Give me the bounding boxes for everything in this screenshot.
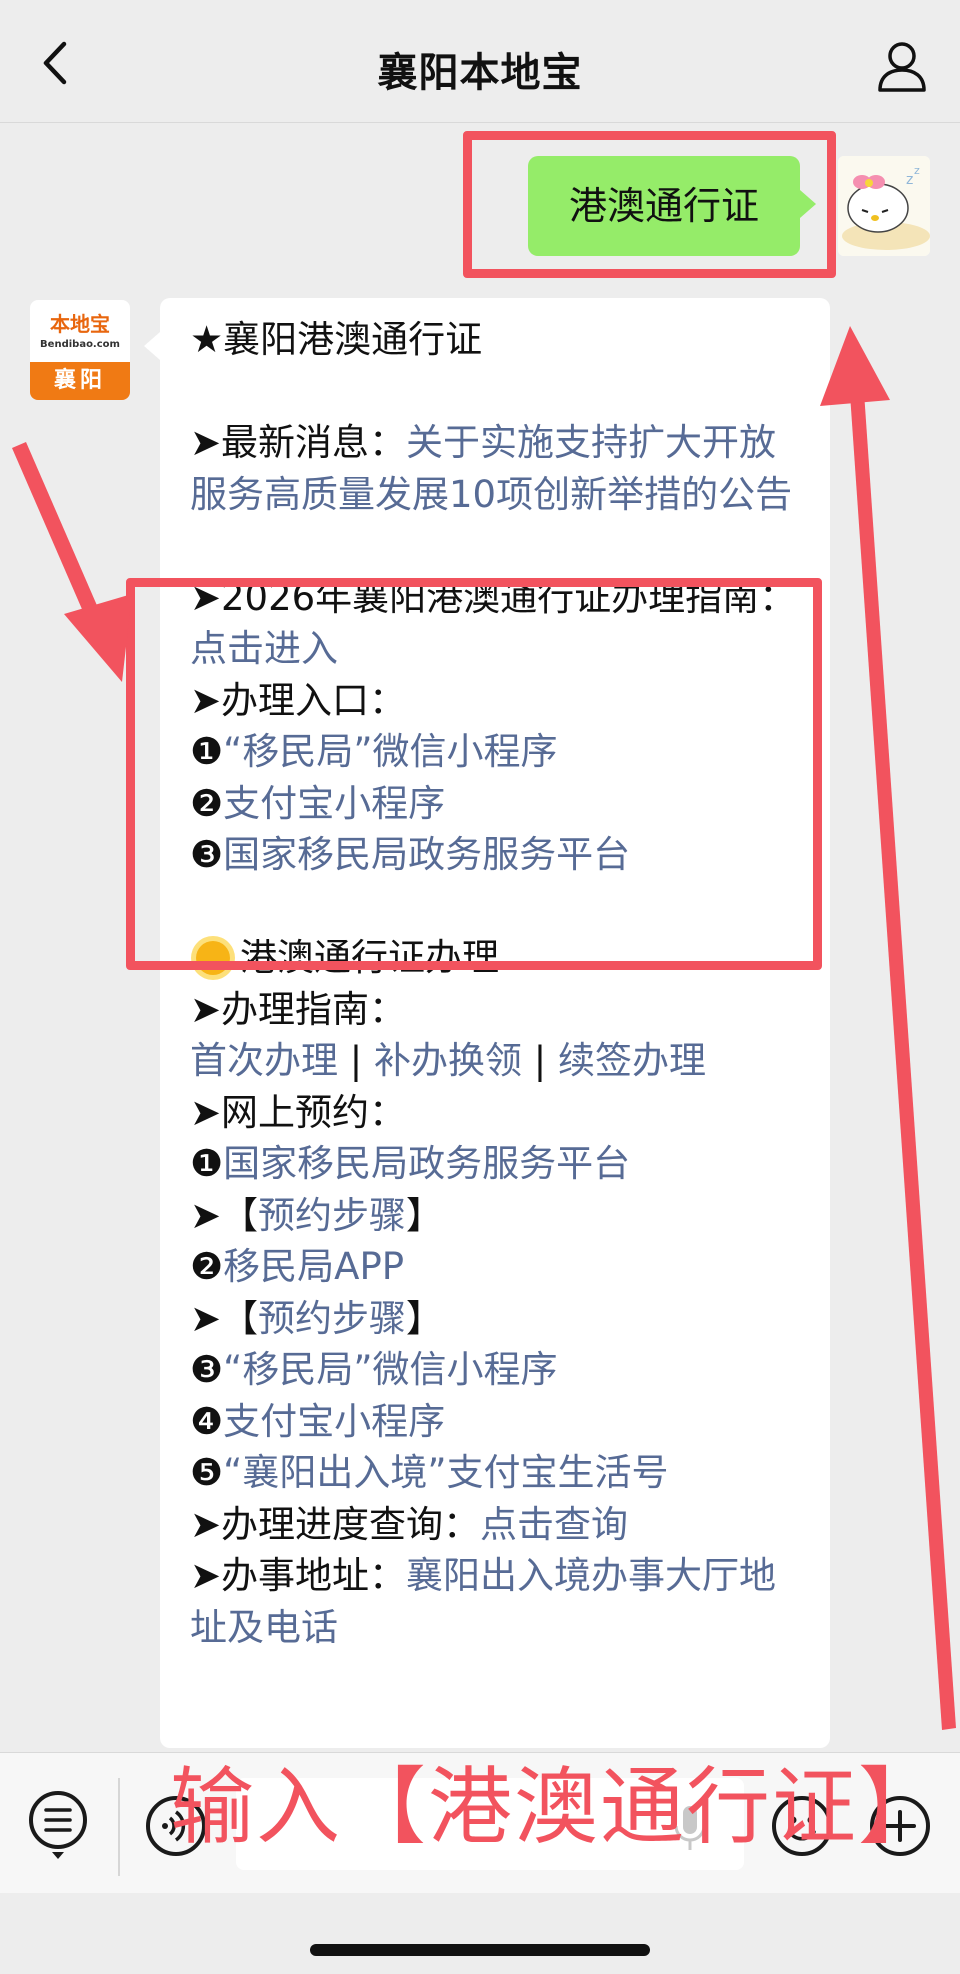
message-link[interactable]: “移民局”微信小程序: [223, 1348, 557, 1391]
message-text: 】: [406, 1193, 444, 1237]
message-link[interactable]: 支付宝小程序: [223, 1400, 445, 1443]
message-link[interactable]: 续签办理: [558, 1039, 706, 1082]
message-line: [190, 366, 810, 418]
message-link[interactable]: 预约步骤: [258, 1297, 406, 1340]
avatar-domain-text: Bendibao.com: [40, 339, 120, 350]
message-line: ➤【预约步骤】: [190, 1293, 810, 1345]
my-avatar[interactable]: z z: [838, 156, 930, 256]
svg-text:z: z: [914, 164, 920, 177]
message-line: ❸“移民局”微信小程序: [190, 1344, 810, 1396]
message-text: ❷: [190, 1245, 224, 1288]
message-link[interactable]: 预约步骤: [258, 1194, 406, 1237]
message-text: 】: [406, 1296, 444, 1340]
arrow-right-up: [820, 326, 956, 1730]
avatar-city-text: 襄阳: [30, 362, 130, 400]
message-line: ➤网上预约：: [190, 1087, 810, 1139]
account-avatar[interactable]: 本地宝 Bendibao.com 襄阳: [30, 300, 130, 400]
message-text: ➤【: [190, 1296, 259, 1340]
navigation-bar: 襄阳本地宝: [0, 0, 960, 123]
message-line: [190, 520, 810, 572]
message-link[interactable]: 补办换领: [374, 1039, 522, 1082]
message-line: ❷移民局APP: [190, 1241, 810, 1293]
person-icon[interactable]: [874, 38, 930, 94]
message-line: ➤最新消息：关于实施支持扩大开放服务高质量发展10项创新举措的公告: [190, 417, 810, 520]
message-line: ➤办理进度查询：点击查询: [190, 1499, 810, 1551]
bot-message-bubble: ★襄阳港澳通行证 ➤最新消息：关于实施支持扩大开放服务高质量发展10项创新举措的公…: [144, 298, 830, 1748]
message-text: ★襄阳港澳通行证: [190, 318, 483, 361]
message-line: ❺“襄阳出入境”支付宝生活号: [190, 1447, 810, 1499]
message-link[interactable]: 首次办理: [190, 1039, 338, 1082]
avatar-logo-text: 本地宝: [50, 312, 110, 336]
message-link[interactable]: 国家移民局政务服务平台: [223, 1142, 630, 1185]
message-text: ➤网上预约：: [190, 1090, 407, 1134]
message-text: ❺: [190, 1451, 224, 1494]
highlight-box-guide: [126, 578, 822, 970]
message-line: ➤【预约步骤】: [190, 1190, 810, 1242]
message-line: ❶国家移民局政务服务平台: [190, 1138, 810, 1190]
message-line: ★襄阳港澳通行证: [190, 314, 810, 366]
message-text: ➤办事地址：: [190, 1554, 407, 1597]
instruction-overlay-text: 输入【港澳通行证】: [170, 1758, 945, 1856]
message-text: |: [338, 1039, 374, 1082]
message-text: ➤最新消息：: [190, 421, 407, 464]
toolbar-divider: [118, 1778, 120, 1876]
message-line: ❹支付宝小程序: [190, 1396, 810, 1448]
home-indicator[interactable]: [310, 1944, 650, 1956]
avatar-logo-area: 本地宝 Bendibao.com: [30, 300, 130, 362]
message-link[interactable]: 移民局APP: [223, 1245, 404, 1288]
message-text: ➤办理进度查询：: [190, 1502, 481, 1546]
svg-text:z: z: [906, 172, 913, 188]
message-link[interactable]: “襄阳出入境”支付宝生活号: [223, 1451, 668, 1494]
message-text: ➤办理指南：: [190, 987, 407, 1031]
highlight-box-my-message: [463, 131, 836, 278]
message-line: ➤办理指南：: [190, 984, 810, 1036]
message-text: ❸: [190, 1348, 224, 1391]
page-title: 襄阳本地宝: [377, 50, 583, 96]
arrow-left: [12, 442, 132, 682]
message-line: 首次办理 | 补办换领 | 续签办理: [190, 1035, 810, 1087]
list-menu-icon[interactable]: [28, 1790, 90, 1860]
message-link[interactable]: 点击查询: [480, 1503, 628, 1546]
message-line: ➤办事地址：襄阳出入境办事大厅地址及电话: [190, 1550, 810, 1653]
message-text: ➤【: [190, 1193, 259, 1237]
message-text: ❹: [190, 1399, 224, 1443]
message-text: |: [522, 1039, 558, 1082]
bot-message-text: ★襄阳港澳通行证 ➤最新消息：关于实施支持扩大开放服务高质量发展10项创新举措的公…: [190, 314, 810, 1653]
message-text: ❶: [190, 1142, 224, 1185]
